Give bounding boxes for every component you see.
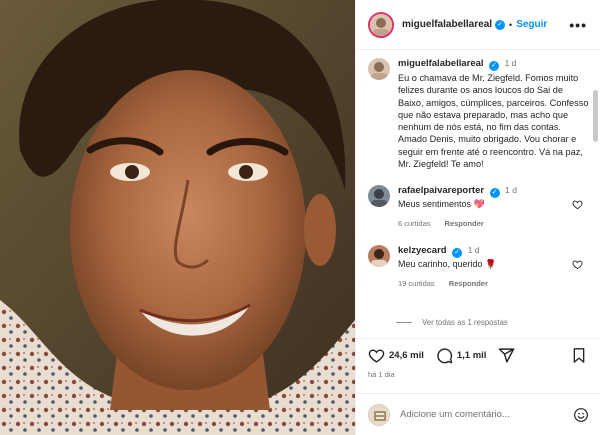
follow-button[interactable]: Seguir [516, 19, 547, 30]
post-dialog: miguelfalabellareal ✓ • Seguir ••• migue… [0, 0, 600, 435]
verified-icon: ✓ [495, 19, 506, 30]
like-count[interactable]: 24,6 mil [389, 350, 424, 361]
comment-heart-icon[interactable] [572, 259, 583, 270]
comment-text: Meus sentimentos [398, 199, 472, 210]
comments-list[interactable]: miguelfalabellareal ✓ 1 d Eu o chamava d… [356, 50, 600, 338]
share-button[interactable] [498, 347, 515, 364]
caption-text: Eu o chamava de Mr. Ziegfeld. Fomos muit… [398, 73, 589, 170]
header-avatar[interactable] [368, 11, 394, 38]
verified-icon: ✓ [489, 61, 500, 71]
reply-button[interactable]: Responder [449, 278, 488, 290]
bookmark-icon[interactable] [571, 347, 587, 364]
more-icon[interactable]: ••• [569, 17, 587, 33]
caption-username[interactable]: miguelfalabellareal [398, 58, 484, 69]
user-avatar[interactable] [368, 403, 390, 426]
emoji-icon[interactable] [573, 407, 589, 423]
comment-avatar[interactable] [368, 245, 390, 268]
view-replies-label: Ver todas as 1 respostas [422, 318, 508, 327]
sparkling-heart-icon: 💖 [473, 199, 485, 210]
header-username[interactable]: miguelfalabellareal [402, 19, 492, 30]
comment-username[interactable]: rafaelpaivareporter [398, 185, 484, 196]
comment-heart-icon[interactable] [572, 199, 583, 210]
comment-count[interactable]: 1,1 mil [457, 350, 487, 361]
comment-time: 1 d [467, 245, 480, 256]
caption-item: miguelfalabellareal ✓ 1 d Eu o chamava d… [368, 57, 589, 170]
comment-item: kelzyecard ✓ 1 d Meu carinho, querido 🌹 … [368, 244, 589, 290]
comment-icon [437, 347, 453, 363]
caption-avatar[interactable] [368, 58, 390, 80]
comment-item: rafaelpaivareporter ✓ 1 d Meus sentiment… [368, 184, 589, 230]
heart-icon [368, 348, 385, 363]
comment-avatar[interactable] [368, 185, 390, 208]
rose-icon: 🌹 [485, 259, 497, 270]
comment-username[interactable]: kelzyecard [398, 245, 447, 256]
post-header: miguelfalabellareal ✓ • Seguir ••• [356, 0, 600, 50]
post-side-panel: miguelfalabellareal ✓ • Seguir ••• migue… [355, 0, 600, 435]
view-replies-button[interactable]: Ver todas as 1 respostas [396, 318, 508, 327]
caption-time: 1 d [504, 58, 517, 68]
post-time: há 1 dia [368, 370, 395, 379]
comment-time: 1 d [505, 185, 517, 196]
comment-text: Meu carinho, querido [398, 259, 483, 270]
replies-line [396, 322, 412, 323]
portrait-image [0, 0, 355, 435]
action-bar: 24,6 mil 1,1 mil há 1 dia [356, 338, 600, 400]
like-button[interactable]: 24,6 mil [368, 347, 424, 364]
verified-icon: ✓ [489, 188, 500, 199]
scrollbar[interactable] [593, 90, 598, 142]
add-comment-bar: Adicione um comentário... [356, 393, 600, 435]
post-photo[interactable] [0, 0, 355, 435]
share-icon [499, 347, 515, 363]
reply-button[interactable]: Responder [445, 218, 484, 230]
comment-likes[interactable]: 19 curtidas [398, 278, 435, 290]
verified-icon: ✓ [452, 248, 463, 259]
comment-likes[interactable]: 6 curtidas [398, 218, 431, 230]
comment-input[interactable]: Adicione um comentário... [400, 409, 573, 420]
comment-button[interactable]: 1,1 mil [436, 347, 487, 364]
separator-dot: • [509, 19, 513, 30]
